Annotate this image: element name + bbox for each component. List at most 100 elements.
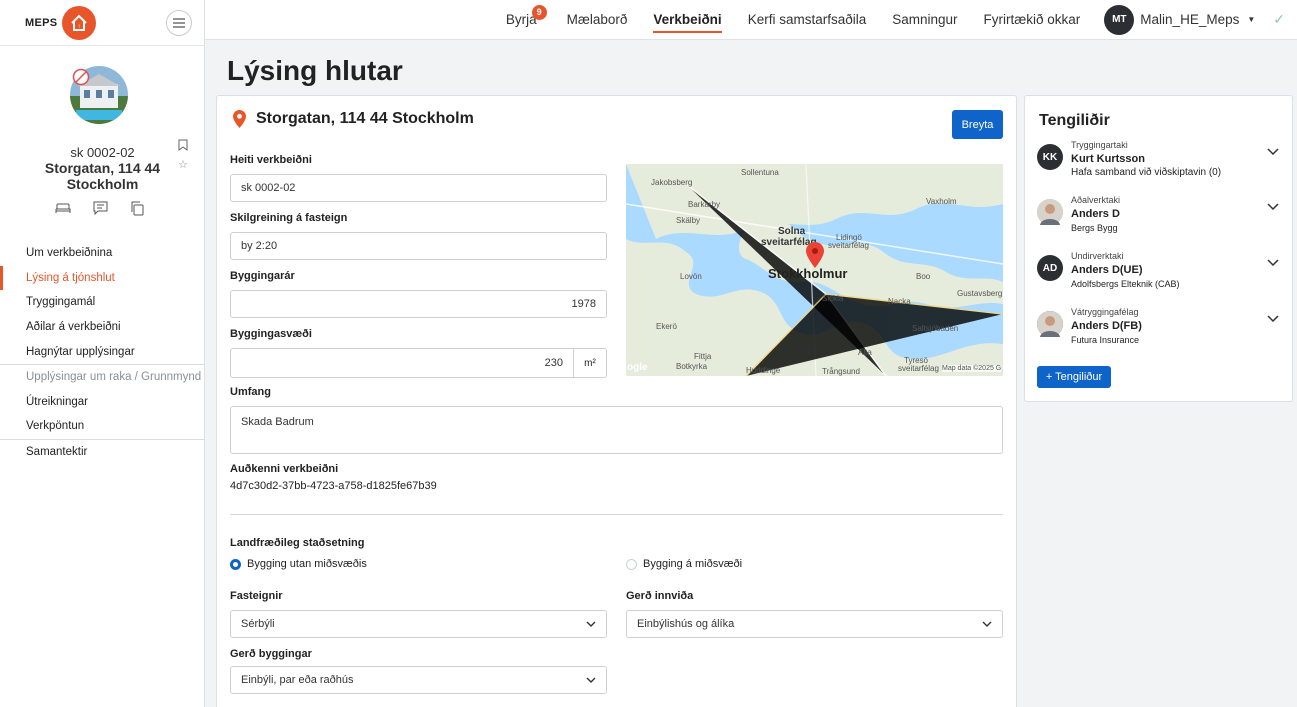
nav-label: Samningur [892,12,958,27]
radio-label: Bygging á miðsvæði [643,558,743,570]
nav-verkbeidni[interactable]: Verkbeiðni [653,0,722,40]
sidebar-item-label: Útreikningar [26,395,88,408]
sidebar-item-um-verkbeidnina[interactable]: Um verkbeiðnina [0,241,204,266]
sidebar-item-tryggingamal[interactable]: Tryggingamál [0,290,204,315]
property-definition-field[interactable]: by 2:20 [230,232,607,260]
contact-item[interactable]: KK Tryggingartaki Kurt Kurtsson Hafa samba… [1037,138,1287,180]
select-value: Einbýlishús og álíka [637,618,735,630]
radio-center[interactable]: Bygging á miðsvæði [626,558,742,570]
location-map[interactable]: Sollentuna Jakobsberg Barkarby Skälby So… [626,164,1003,376]
sidebar-item-adilar[interactable]: Aðilar á verkbeiðni [0,315,204,340]
map-label: Gustavsberg [957,289,1003,298]
field-label: Auðkenni verkbeiðni [230,463,339,475]
sidebar-item-verkpontun[interactable]: Verkpöntun [0,414,204,439]
nav-label: Fyrirtækið okkar [983,12,1081,27]
map-label: Alta [858,348,872,357]
radio-outside-center[interactable]: Bygging utan miðsvæðis [230,558,367,570]
contact-avatar: AD [1037,255,1063,281]
chevron-down-icon[interactable] [1267,259,1279,266]
sidebar-header: MEPS ↑ [0,0,204,46]
contact-role: Aðalverktaki [1071,195,1121,205]
contact-sub: Bergs Bygg [1071,223,1118,233]
nav-samningur[interactable]: Samningur [892,0,957,40]
brand-name: MEPS [25,16,58,29]
contact-photo [1037,199,1063,225]
chevron-down-icon [586,621,596,627]
contact-item[interactable]: Vátryggingafélag Anders D(FB) Futura Insur… [1037,305,1287,347]
nav-kerfi[interactable]: Kerfi samstarfsaðila [748,0,867,40]
build-year-field[interactable]: 1978 [230,290,607,318]
user-menu[interactable]: MT Malin_HE_Meps ▼ [1104,4,1255,35]
sidebar-item-utreikningar[interactable]: Útreikningar [0,390,204,415]
not-allowed-icon [72,68,90,86]
bookmark-icon[interactable] [178,139,188,151]
map-label: Nacka [888,297,911,306]
map-label: Jakobsberg [651,178,693,187]
property-type-select[interactable]: Sérbýli [230,610,607,638]
contact-role: Undirverktaki [1071,251,1124,261]
map-label: Ekerö [656,322,677,331]
bed-icon[interactable] [55,201,71,215]
map-label: Botkyrka [676,362,708,371]
edit-button[interactable]: Breyta [952,110,1003,139]
nav-fyrirtaekid[interactable]: Fyrirtækið okkar [984,0,1081,40]
contact-sub: Hafa samband við viðskiptavin (0) [1071,167,1222,178]
sidebar-item-samantektir[interactable]: Samantektir [0,440,204,465]
nav-byrja[interactable]: Byrja 9 [506,0,547,40]
building-area-field[interactable]: 230 [230,348,574,378]
map-label: sveitarfélag [828,241,869,250]
sidebar-item-lysing[interactable]: Lýsing á tjónshlut [0,265,204,291]
home-logo-icon[interactable]: ↑ [62,5,97,40]
nav-label: Mælaborð [566,12,628,27]
field-label: Byggingasvæði [230,328,312,340]
sidebar-item-hagnytar[interactable]: Hagnýtar upplýsingar [0,339,204,364]
contacts-title: Tengiliðir [1039,112,1110,129]
map-label: Boo [916,272,931,281]
scope-textarea[interactable]: Skada Badrum [230,406,1003,454]
chevron-down-icon[interactable] [1267,315,1279,322]
contact-photo [1037,311,1063,337]
user-name: Malin_HE_Meps [1140,12,1240,27]
nav-maelabord[interactable]: Mælaborð [567,0,628,40]
svg-text:↑: ↑ [78,24,81,30]
chevron-down-icon[interactable] [1267,148,1279,155]
map-label: Trångsund [822,367,860,376]
contact-role: Tryggingartaki [1071,140,1128,150]
star-icon[interactable]: ☆ [178,158,188,171]
add-contact-button[interactable]: + Tengiliður [1037,366,1111,388]
contact-item[interactable]: AD Undirverktaki Anders D(UE) Adolfsbergs … [1037,249,1287,291]
sidebar: MEPS ↑ sk 0002-02 Storgatan, 114 44 Stoc… [0,0,205,707]
contact-name: Kurt Kurtsson [1071,153,1145,165]
select-value: Sérbýli [241,618,275,630]
nav-label: Kerfi samstarfsaðila [747,12,867,27]
field-label: Skilgreining á fasteign [230,212,348,224]
map-label: Huddinge [746,366,781,375]
sidebar-nav: Um verkbeiðnina Lýsing á tjónshlut Trygg… [0,241,204,464]
work-order-name-field[interactable]: sk 0002-02 [230,174,607,202]
contact-item[interactable]: Aðalverktaki Anders D Bergs Bygg [1037,193,1287,235]
geo-label: Landfræðileg staðsetning [230,537,365,549]
comment-icon[interactable] [93,201,108,215]
radio-unselected-icon [626,558,637,570]
property-address: Storgatan, 114 44 Stockholm [44,160,161,192]
contact-name: Anders D(UE) [1071,264,1143,276]
contact-avatar: KK [1037,144,1063,170]
user-avatar: MT [1104,4,1135,35]
chevron-down-icon [982,621,992,627]
field-label: Gerð innviða [626,590,694,602]
copy-icon[interactable] [130,201,144,216]
chevron-down-icon[interactable] [1267,203,1279,210]
building-type-select[interactable]: Einbýli, par eða raðhús [230,666,607,694]
map-label: Fittja [694,352,712,361]
map-label: Barkarby [688,200,721,209]
map-label: Solna [778,226,806,237]
field-label: Heiti verkbeiðni [230,154,312,166]
field-label: Byggingarár [230,270,295,282]
hamburger-menu-icon[interactable] [166,9,192,36]
nav-label: Verkbeiðni [653,12,722,27]
sidebar-item-label: Hagnýtar upplýsingar [26,345,135,358]
map-label: Sickla [822,294,844,303]
property-actions [55,201,144,216]
infrastructure-type-select[interactable]: Einbýlishús og álíka [626,610,1003,638]
sidebar-item-label: Aðilar á verkbeiðni [26,321,121,334]
